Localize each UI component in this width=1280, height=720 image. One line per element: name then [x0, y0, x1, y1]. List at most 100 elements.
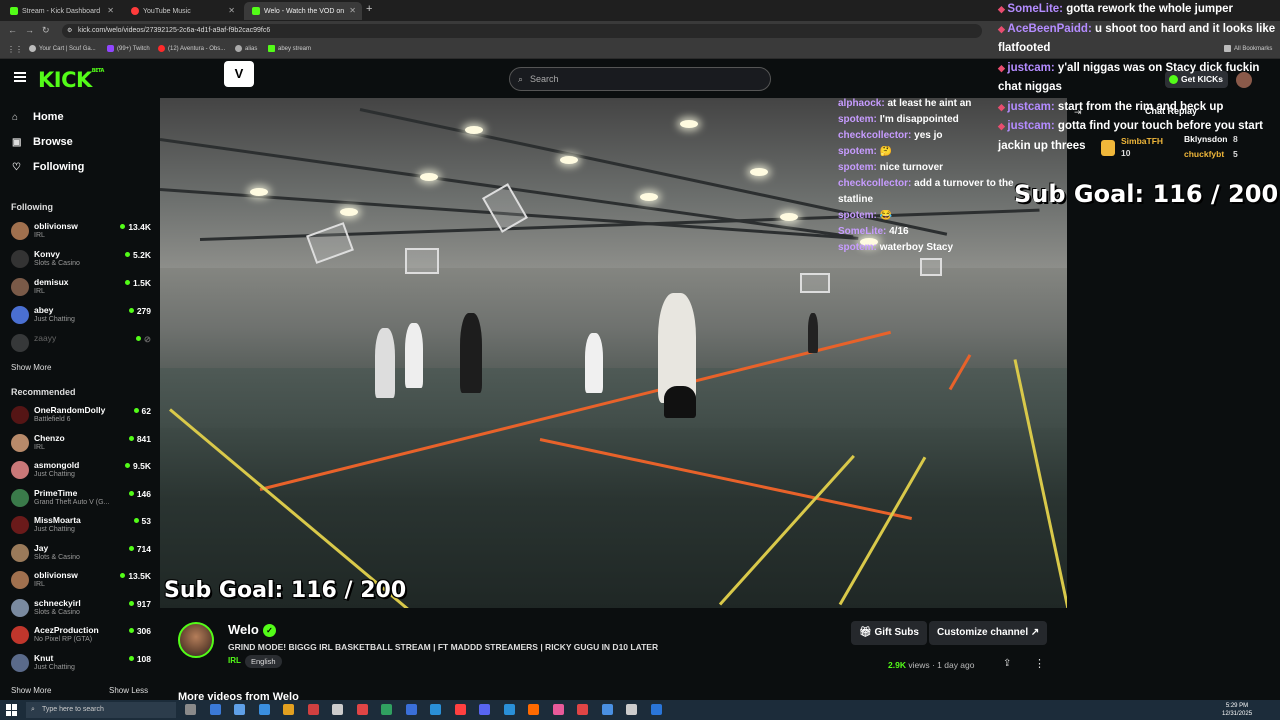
sidebar-channel-abey[interactable]: abey Just Chatting 279 — [11, 304, 153, 326]
reload-icon[interactable]: ↻ — [42, 25, 50, 36]
category-link[interactable]: IRL — [228, 656, 241, 665]
sidebar-channel-chenzo[interactable]: Chenzo IRL 841 — [11, 432, 153, 454]
kick-logo[interactable]: KICKBETA — [38, 68, 104, 92]
sidebar-channel-knut[interactable]: Knut Just Chatting 108 — [11, 652, 153, 674]
new-tab-button[interactable]: + — [366, 3, 372, 15]
forward-icon[interactable]: → — [25, 25, 34, 35]
sidebar-channel-onerandomdolly[interactable]: OneRandomDolly Battlefield 6 62 — [11, 404, 153, 426]
menu-icon[interactable] — [14, 72, 26, 82]
nav-label: Home — [33, 111, 64, 123]
taskbar-app-icon[interactable] — [234, 704, 245, 715]
globe-icon — [235, 45, 242, 52]
channel-avatar — [11, 406, 29, 424]
browser-tab-youtube-music[interactable]: YouTube Music ✕ — [123, 2, 241, 20]
bookmark-label: Your Cart | Scuf Ga... — [39, 45, 96, 52]
sidebar-channel-oblivionsw[interactable]: oblivionsw IRL 13.4K — [11, 220, 153, 242]
player — [375, 328, 395, 398]
bookmark-alias[interactable]: alias — [235, 45, 257, 52]
browser-tab-welo-vod[interactable]: Welo - Watch the VOD on ✕ — [244, 2, 362, 20]
chat-text: yes jo — [914, 130, 943, 141]
site-info-icon[interactable]: ⚙ — [67, 24, 72, 38]
taskbar-app-icon[interactable] — [430, 704, 441, 715]
streamer-avatar[interactable] — [178, 622, 214, 658]
channel-category: Just Chatting — [34, 526, 75, 533]
bookmark-label: alias — [245, 45, 258, 52]
chat-username: AceBeenPaidd: — [1007, 22, 1092, 35]
taskbar-search-input[interactable]: ⌕ Type here to search — [26, 702, 176, 718]
channel-name: Konvy — [34, 249, 60, 259]
sidebar-channel-missmoarta[interactable]: MissMoarta Just Chatting 53 — [11, 514, 153, 536]
chat-text: start from the rim and beck up — [1057, 100, 1224, 113]
sidebar-channel-asmongold[interactable]: asmongold Just Chatting 9.5K — [11, 459, 153, 481]
sidebar-channel-schneckyirl[interactable]: schneckyirl Slots & Casino 917 — [11, 597, 153, 619]
taskbar-app-icon[interactable] — [258, 704, 270, 715]
taskbar-app-icon[interactable] — [185, 704, 196, 715]
search-input[interactable]: ⌕ Search — [509, 67, 771, 91]
channel-name: OneRandomDolly — [34, 405, 106, 415]
taskbar-app-icon[interactable] — [528, 704, 539, 715]
bookmark-twitch[interactable]: (99+) Twitch — [107, 45, 150, 52]
viewer-count: 5.2K — [125, 250, 151, 260]
sidebar-channel-jay[interactable]: Jay Slots & Casino 714 — [11, 542, 153, 564]
bookmark-aventura[interactable]: (12) Aventura - Obs... — [158, 45, 225, 52]
nav-home[interactable]: ⌂ Home — [12, 111, 64, 123]
url-field[interactable]: ⚙ kick.com/welo/videos/27392125-2c6a-4d1… — [62, 24, 982, 38]
sidebar-channel-zaayy[interactable]: zaayy ⊘ — [11, 332, 153, 354]
taskbar-app-icon[interactable] — [577, 704, 588, 715]
taskbar-app-icon[interactable] — [283, 704, 294, 715]
channel-category: Slots & Casino — [34, 608, 80, 616]
taskbar-app-icon[interactable] — [626, 704, 637, 715]
customize-channel-button[interactable]: Customize channel ↗ — [929, 621, 1048, 645]
taskbar-app-icon[interactable] — [479, 704, 490, 715]
nav-browse[interactable]: ▣ Browse — [12, 136, 73, 148]
player-shorts — [664, 386, 696, 418]
bookmark-scuf[interactable]: Your Cart | Scuf Ga... — [29, 45, 96, 52]
channel-name: PrimeTime — [34, 487, 78, 498]
taskbar-app-icon[interactable] — [405, 704, 417, 715]
sidebar-channel-acezproduction[interactable]: AcezProduction No Pixel RP (GTA) 306 — [11, 624, 153, 646]
following-header: Following — [11, 202, 53, 212]
viewer-count: 917 — [129, 599, 151, 609]
back-icon[interactable]: ← — [8, 25, 17, 35]
bookmark-label: abey stream — [278, 45, 312, 52]
show-less-recommended[interactable]: Show Less — [109, 686, 148, 695]
taskbar-app-icon[interactable] — [601, 704, 613, 715]
sidebar-channel-konvy[interactable]: Konvy Slots & Casino 5.2K — [11, 248, 153, 270]
channel-name: AcezProduction — [34, 625, 99, 635]
taskbar-app-icon[interactable] — [307, 704, 319, 715]
more-options-icon[interactable]: ⋮ — [1034, 657, 1045, 670]
system-clock[interactable]: 5:29 PM 12/31/2025 — [1222, 702, 1252, 718]
taskbar-app-icon[interactable] — [332, 704, 343, 715]
taskbar-app-icon[interactable] — [356, 704, 368, 715]
backboard — [920, 258, 942, 276]
close-tab-icon[interactable]: ✕ — [107, 6, 114, 15]
streamer-name[interactable]: Welo — [228, 622, 259, 637]
apps-icon[interactable]: ⋮⋮ — [7, 45, 23, 54]
language-tag[interactable]: English — [245, 655, 282, 668]
show-more-recommended[interactable]: Show More — [11, 686, 51, 695]
close-tab-icon[interactable]: ✕ — [228, 6, 235, 15]
ceiling-light — [420, 173, 438, 181]
sidebar-channel-demisux[interactable]: demisux IRL 1.5K — [11, 276, 153, 298]
close-tab-icon[interactable]: ✕ — [349, 6, 356, 15]
sidebar-channel-oblivionsw[interactable]: oblivionsw IRL 13.5K — [11, 569, 153, 591]
sidebar-channel-primetime[interactable]: PrimeTime Grand Theft Auto V (G... 146 — [11, 487, 153, 509]
vods-icon[interactable]: V — [224, 61, 254, 87]
show-more-following[interactable]: Show More — [11, 363, 51, 372]
gift-subs-button[interactable]: 🎁︎ Gift Subs — [851, 621, 927, 645]
channel-name: MissMoarta — [34, 515, 81, 525]
nav-following[interactable]: ♡ Following — [12, 161, 84, 173]
taskbar-app-icon[interactable] — [209, 704, 221, 715]
taskbar-app-icon[interactable] — [503, 704, 515, 715]
taskbar-app-icon[interactable] — [381, 704, 392, 715]
video-player[interactable]: alphaock: at least he aint an spotem: I'm… — [160, 98, 1067, 608]
share-icon[interactable]: ⇪ — [1003, 658, 1011, 669]
logo-text: KICK — [38, 68, 92, 92]
taskbar-app-icon[interactable] — [650, 704, 662, 715]
bookmark-abey-stream[interactable]: abey stream — [268, 45, 311, 52]
taskbar-app-icon[interactable] — [454, 704, 466, 715]
start-button[interactable] — [6, 704, 18, 716]
channel-category: IRL — [34, 581, 45, 588]
taskbar-app-icon[interactable] — [552, 704, 564, 715]
browser-tab-kick-dashboard[interactable]: Stream - Kick Dashboard ✕ — [2, 2, 120, 20]
